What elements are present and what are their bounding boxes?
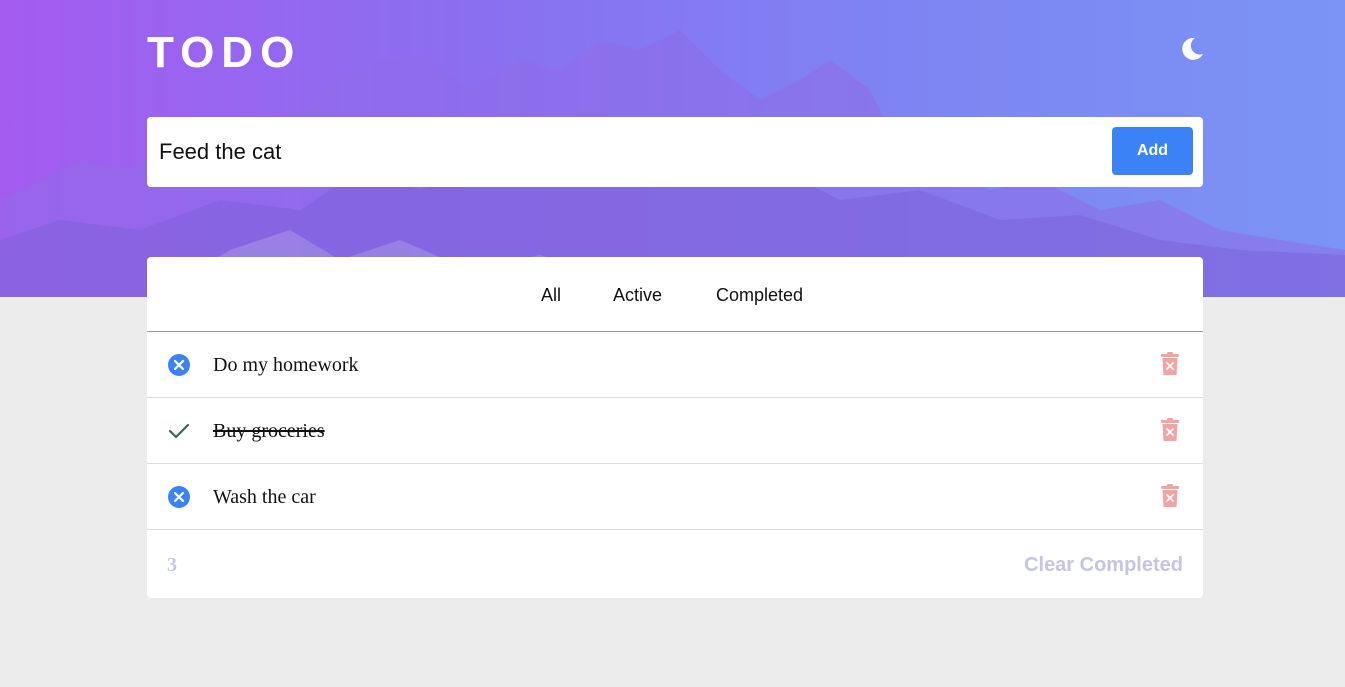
delete-button[interactable]: [1160, 484, 1180, 508]
new-todo-input[interactable]: [159, 135, 1089, 169]
tab-completed[interactable]: Completed: [716, 285, 803, 306]
todo-text: Wash the car: [213, 486, 316, 508]
tab-active[interactable]: Active: [613, 285, 662, 306]
toggle-status-button[interactable]: [168, 354, 190, 376]
todo-item: Buy groceries: [147, 398, 1203, 464]
list-footer: 3 Clear Completed: [147, 530, 1203, 596]
delete-button[interactable]: [1160, 418, 1180, 442]
tab-all[interactable]: All: [541, 285, 561, 306]
moon-icon: [1182, 37, 1203, 60]
delete-button[interactable]: [1160, 352, 1180, 376]
filter-tabs: All Active Completed: [147, 257, 1203, 332]
x-circle-icon: [168, 486, 190, 508]
todo-item: Wash the car: [147, 464, 1203, 530]
trash-icon: [1161, 418, 1179, 441]
theme-toggle-button[interactable]: [1176, 34, 1206, 64]
toggle-status-button[interactable]: [168, 420, 190, 442]
items-count: 3: [167, 554, 177, 576]
todo-item: Do my homework: [147, 332, 1203, 398]
todo-text: Buy groceries: [213, 420, 325, 442]
app-title: TODO: [147, 28, 302, 77]
trash-icon: [1161, 352, 1179, 375]
todo-list-card: All Active Completed Do my homework Buy …: [147, 257, 1203, 598]
check-icon: [168, 423, 190, 439]
todo-text: Do my homework: [213, 354, 359, 376]
trash-icon: [1161, 484, 1179, 507]
add-button[interactable]: Add: [1112, 127, 1193, 175]
toggle-status-button[interactable]: [168, 486, 190, 508]
clear-completed-button[interactable]: Clear Completed: [1024, 554, 1183, 577]
x-circle-icon: [168, 354, 190, 376]
add-todo-form: Add: [147, 117, 1203, 187]
